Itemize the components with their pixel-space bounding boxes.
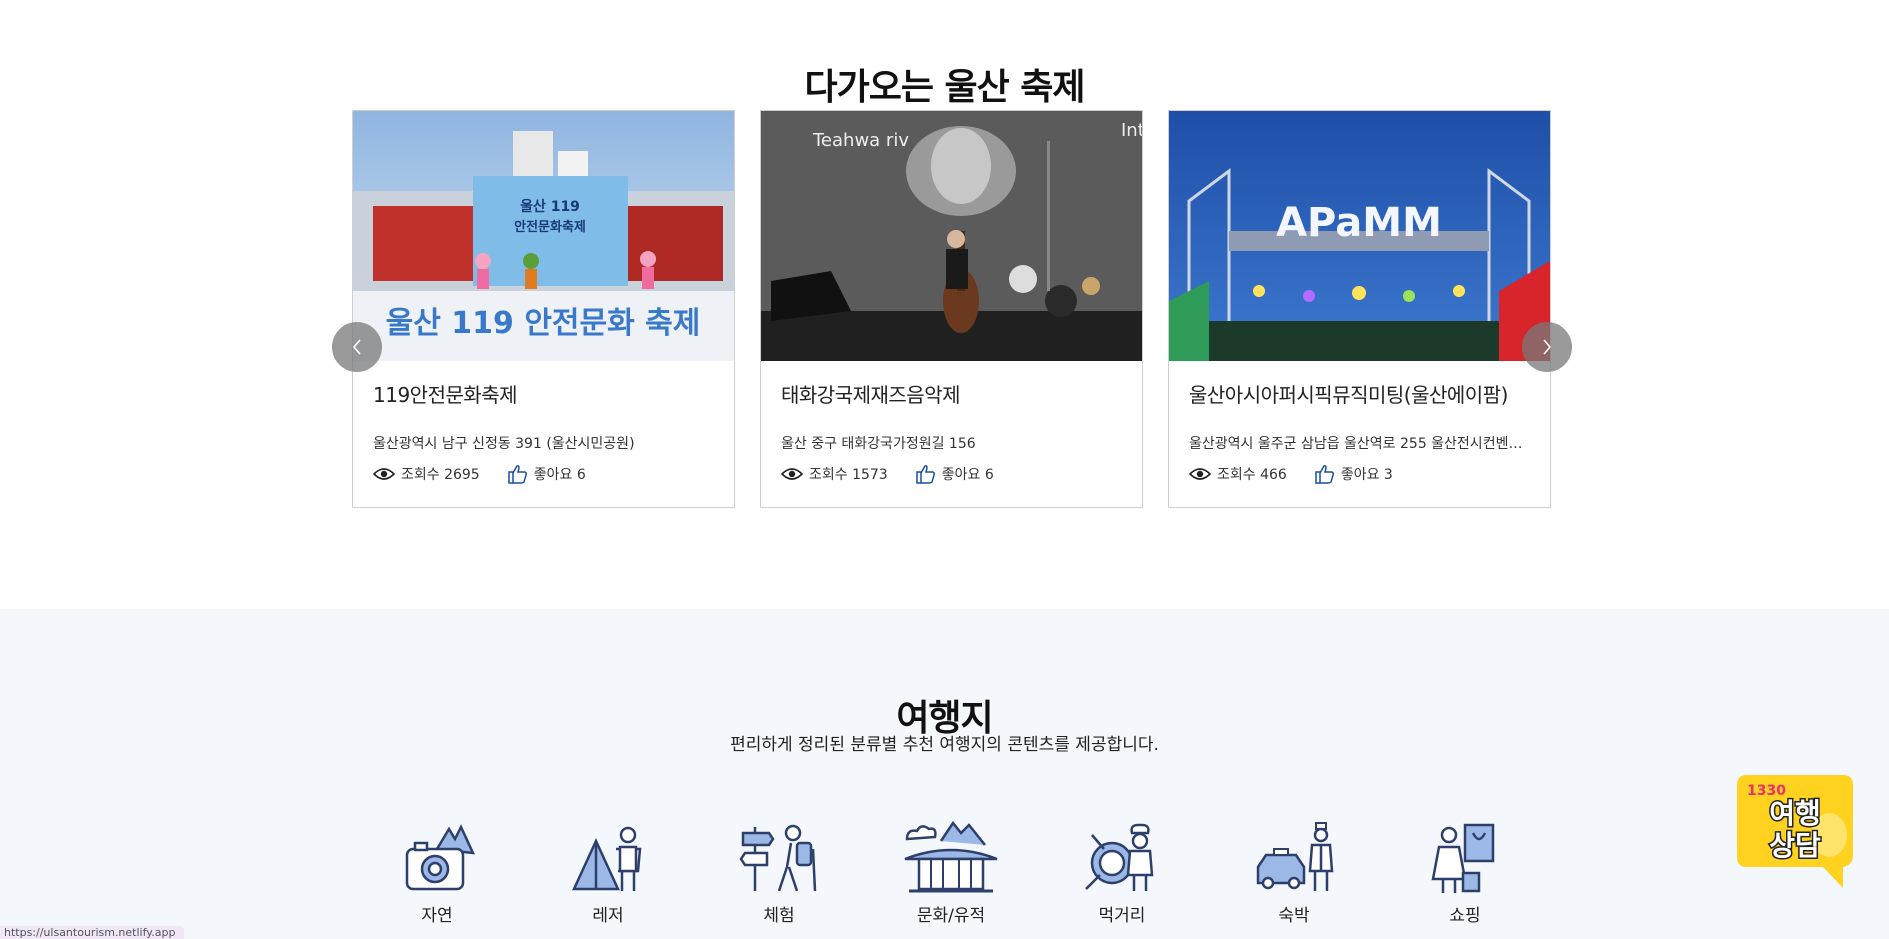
category-leisure[interactable]: 레저 [548, 819, 668, 926]
festival-card[interactable]: Teahwa riv Int 태화강국제재즈음악제 울산 중구 태화강국가정원길… [760, 110, 1143, 508]
eye-icon [781, 468, 803, 480]
category-label: 숙박 [1278, 906, 1310, 926]
carousel-next-button[interactable] [1522, 322, 1572, 372]
likes-count: 좋아요 6 [941, 467, 994, 483]
thumbs-up-icon [1315, 465, 1334, 484]
status-url-tooltip: https://ulsantourism.netlify.app [0, 926, 184, 939]
festival-photo: 울산 119 안전문화축제 울산 119 안전문화 축제 [353, 111, 734, 361]
festival-name[interactable]: 119안전문화축제 [373, 379, 718, 408]
travel-section: 여행지 편리하게 정리된 분류별 추천 여행지의 콘텐츠를 제공합니다. 자연 … [0, 609, 1889, 939]
tent-hiker-icon [572, 826, 642, 891]
travel-section-subtitle: 편리하게 정리된 분류별 추천 여행지의 콘텐츠를 제공합니다. [730, 735, 1159, 755]
chevron-right-icon [1543, 339, 1552, 355]
category-label: 레저 [592, 906, 624, 926]
thumbs-up-icon [507, 465, 527, 484]
festival-address: 울산 중구 태화강국가정원길 156 [781, 436, 976, 452]
category-label: 쇼핑 [1449, 906, 1481, 926]
festival-section: 다가오는 울산 축제 울산 119 안전문화축제 울산 119 안전문화 축제 … [0, 0, 1889, 609]
eye-icon [1189, 468, 1211, 480]
views-count: 조회수 2695 [401, 467, 480, 483]
category-shopping[interactable]: 쇼핑 [1405, 819, 1525, 926]
svg-text:울산 119: 울산 119 [520, 198, 580, 215]
likes-stat[interactable]: 좋아요 3 [1315, 464, 1393, 484]
chevron-left-icon [352, 339, 361, 355]
category-label: 먹거리 [1098, 906, 1146, 926]
carousel-prev-button[interactable] [332, 322, 382, 372]
shopper-icon [1431, 823, 1495, 893]
badge-line2: 상담 [1769, 829, 1821, 862]
festival-stats: 조회수 2695 좋아요 6 [373, 462, 614, 486]
views-count: 조회수 466 [1217, 467, 1287, 483]
travel-consult-badge-icon: 1330 여행 상담 [1737, 775, 1853, 888]
badge-line1: 여행 [1769, 797, 1821, 830]
taxi-bellhop-icon [1256, 822, 1334, 891]
festival-name[interactable]: 울산아시아퍼시픽뮤직미팅(울산에이팜) [1189, 379, 1534, 408]
festival-photo: Teahwa riv Int [761, 111, 1142, 361]
svg-text:APaMM: APaMM [1276, 200, 1442, 246]
category-label: 체험 [763, 906, 795, 926]
festival-photo: APaMM [1169, 111, 1550, 361]
festival-card[interactable]: 울산 119 안전문화축제 울산 119 안전문화 축제 119안전문화축제 울… [352, 110, 735, 508]
category-culture[interactable]: 문화/유적 [891, 819, 1011, 926]
festival-card[interactable]: APaMM 울산아시아퍼시픽뮤직미팅(울산에이팜) 울산광역시 울주군 삼남읍 … [1168, 110, 1551, 508]
festival-section-title: 다가오는 울산 축제 [804, 66, 1085, 108]
views-stat: 조회수 466 [1189, 464, 1287, 484]
eye-icon [373, 468, 395, 480]
category-experience[interactable]: 체험 [719, 819, 839, 926]
svg-text:Int: Int [1121, 120, 1142, 141]
likes-stat[interactable]: 좋아요 6 [915, 464, 994, 484]
views-stat: 조회수 2695 [373, 464, 480, 484]
svg-text:안전문화축제: 안전문화축제 [514, 219, 586, 235]
palace-icon [904, 820, 998, 893]
signpost-hiker-icon [739, 824, 817, 892]
thumbs-up-icon [915, 465, 935, 484]
festival-stats: 조회수 1573 좋아요 6 [781, 462, 1022, 486]
festival-name[interactable]: 태화강국제재즈음악제 [781, 379, 1126, 408]
likes-count: 좋아요 3 [1340, 467, 1393, 483]
festival-stats: 조회수 466 좋아요 3 [1189, 462, 1421, 486]
category-label: 문화/유적 [916, 906, 986, 926]
likes-stat[interactable]: 좋아요 6 [507, 464, 586, 484]
svg-text:울산 119 안전문화 축제: 울산 119 안전문화 축제 [386, 306, 701, 341]
festival-address: 울산광역시 남구 신정동 391 (울산시민공원) [373, 436, 635, 452]
category-label: 자연 [421, 906, 453, 926]
travel-consult-button[interactable]: 1330 여행 상담 [1737, 775, 1853, 888]
svg-text:Teahwa riv: Teahwa riv [812, 130, 909, 151]
chef-plate-icon [1085, 823, 1154, 891]
category-lodging[interactable]: 숙박 [1234, 819, 1354, 926]
category-food[interactable]: 먹거리 [1062, 819, 1182, 926]
category-nature[interactable]: 자연 [377, 819, 497, 926]
views-count: 조회수 1573 [809, 467, 888, 483]
festival-address: 울산광역시 울주군 삼남읍 울산역로 255 울산전시컨벤션... [1189, 436, 1534, 452]
likes-count: 좋아요 6 [533, 467, 586, 483]
views-stat: 조회수 1573 [781, 464, 888, 484]
camera-mountain-icon [405, 824, 476, 891]
